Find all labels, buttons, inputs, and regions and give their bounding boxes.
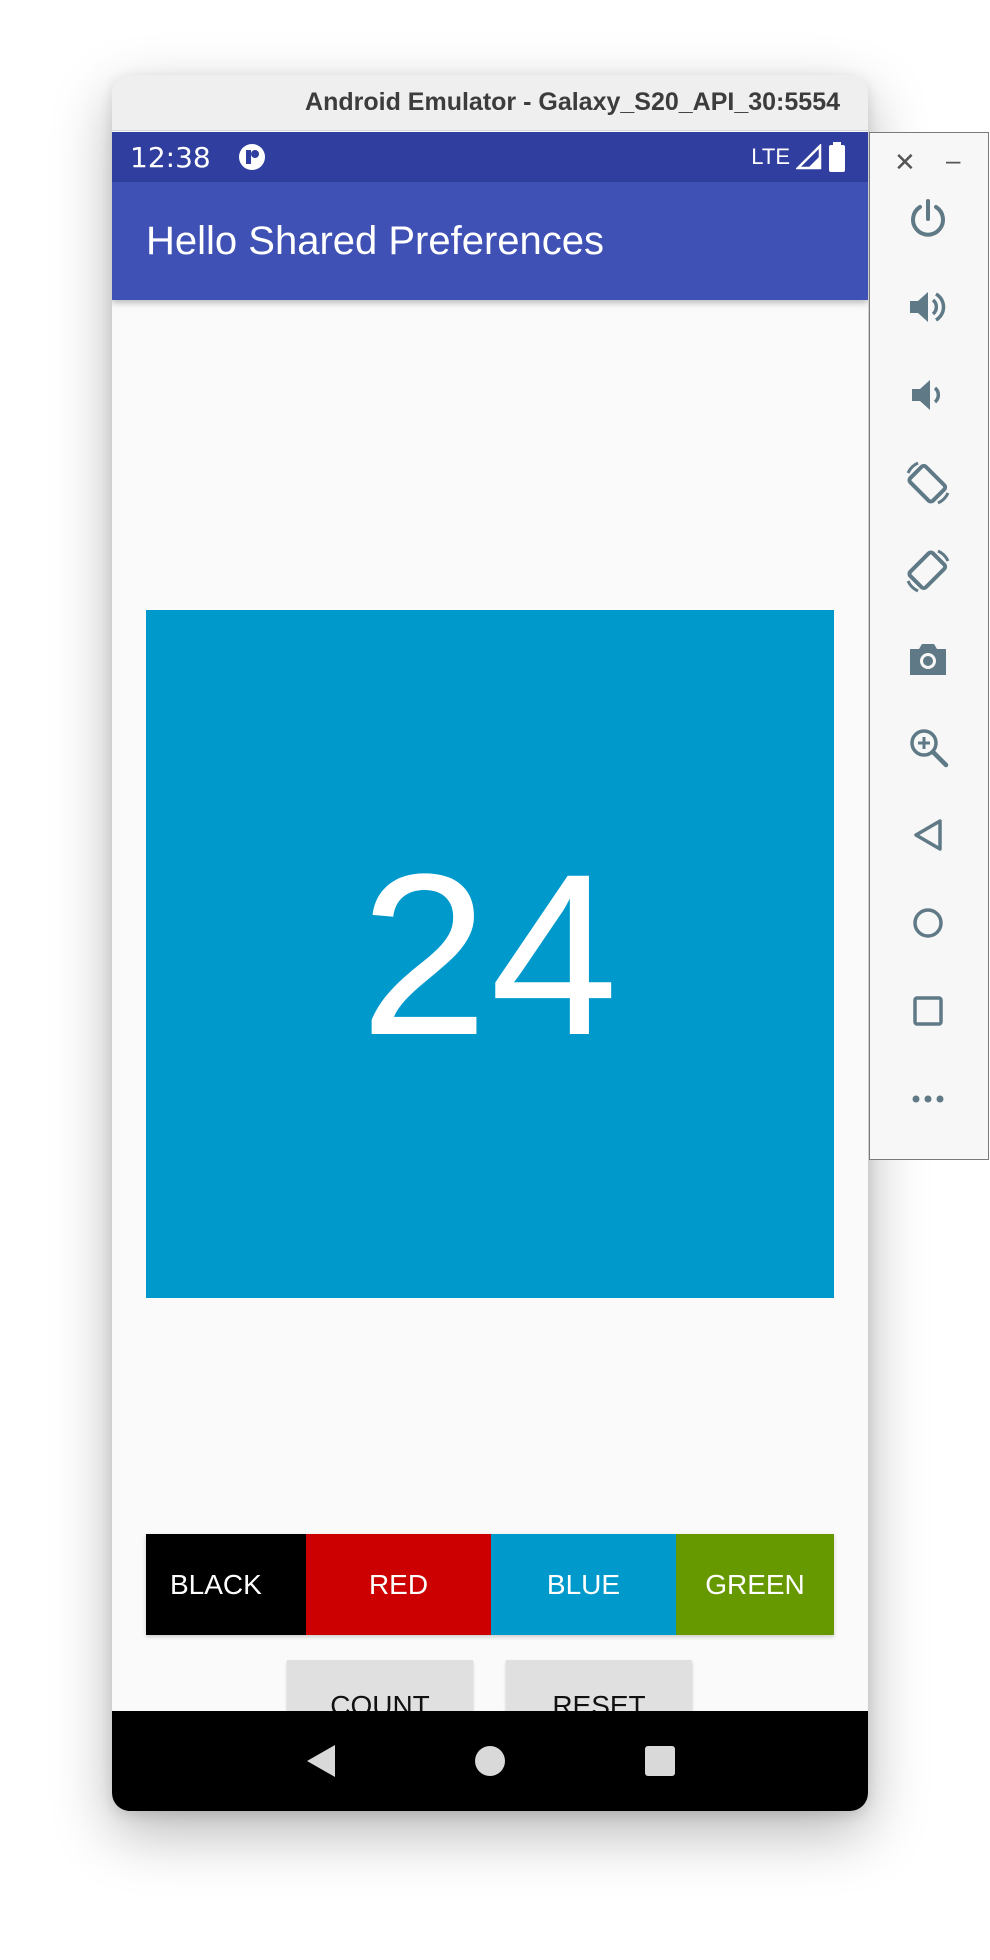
volume-up-button[interactable] [900, 279, 956, 335]
close-icon[interactable]: ✕ [894, 147, 916, 178]
network-type: LTE [751, 144, 790, 169]
overview-icon [913, 996, 943, 1026]
volume-down-button[interactable] [900, 367, 956, 423]
count-value: 24 [360, 825, 620, 1083]
home-circle-icon [475, 1746, 505, 1776]
window-title: Android Emulator - Galaxy_S20_API_30:555… [305, 88, 840, 116]
home-button[interactable] [900, 895, 956, 951]
signal-icon [796, 144, 822, 170]
minimize-icon[interactable]: – [946, 145, 960, 176]
back-button[interactable] [900, 807, 956, 863]
more-button[interactable] [900, 1071, 956, 1127]
screenshot-button[interactable] [900, 631, 956, 687]
rotate-left-button[interactable] [900, 455, 956, 511]
status-bar: 12:38 LTE [112, 132, 868, 182]
camera-icon [910, 644, 946, 675]
app-bar: Hello Shared Preferences [112, 182, 868, 300]
emulator-toolbar: ✕ – [869, 132, 989, 1160]
app-title: Hello Shared Preferences [146, 218, 605, 263]
app-content: 24 BLACK RED BLUE GREEN COUNT RESET [112, 300, 868, 1786]
zoom-button[interactable] [900, 719, 956, 775]
color-button-row: BLACK RED BLUE GREEN [146, 1534, 834, 1635]
home-icon [913, 908, 943, 938]
emulator-window: Android Emulator - Galaxy_S20_API_30:555… [112, 75, 868, 1811]
power-icon [911, 199, 945, 237]
count-display: 24 [146, 610, 834, 1298]
power-button[interactable] [900, 191, 956, 247]
red-button[interactable]: RED [306, 1534, 491, 1635]
back-icon [914, 819, 942, 851]
volume-up-icon [910, 292, 946, 322]
nav-overview-button[interactable] [640, 1741, 680, 1781]
back-triangle-icon [307, 1745, 335, 1777]
toolbar-window-controls: ✕ – [870, 145, 988, 178]
overview-square-icon [645, 1746, 675, 1776]
blue-button[interactable]: BLUE [491, 1534, 676, 1635]
overview-button[interactable] [900, 983, 956, 1039]
status-right-group: LTE [751, 142, 846, 172]
rotate-right-button[interactable] [900, 543, 956, 599]
rotate-right-icon [906, 549, 950, 593]
green-button[interactable]: GREEN [676, 1534, 834, 1635]
window-titlebar[interactable]: Android Emulator - Galaxy_S20_API_30:555… [112, 75, 868, 131]
black-button[interactable]: BLACK [146, 1534, 306, 1635]
zoom-icon [910, 729, 949, 768]
status-time: 12:38 [130, 140, 211, 174]
app-notification-icon [238, 144, 265, 170]
rotate-left-icon [906, 461, 950, 505]
battery-icon [829, 142, 845, 172]
nav-home-button[interactable] [470, 1741, 510, 1781]
volume-down-icon [912, 380, 941, 410]
nav-back-button[interactable] [300, 1741, 340, 1781]
more-icon [912, 1095, 944, 1103]
android-nav-bar [112, 1711, 868, 1811]
